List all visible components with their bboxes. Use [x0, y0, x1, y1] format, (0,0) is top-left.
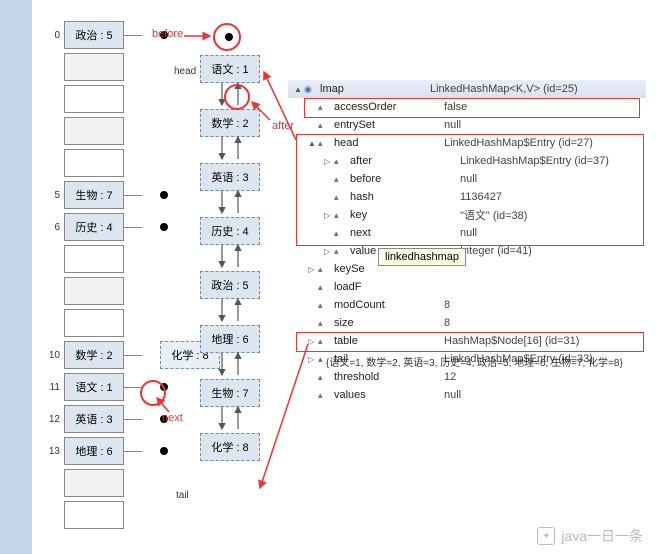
highlight-tail — [296, 332, 644, 352]
wechat-icon: ✦ — [537, 527, 555, 545]
next-circle — [140, 380, 166, 406]
bucket[interactable]: 历史 : 4 — [64, 213, 124, 241]
next-label: next — [162, 412, 183, 424]
list-node[interactable]: 历史 : 4 — [200, 217, 260, 245]
bucket-empty — [64, 85, 124, 113]
debug-row[interactable]: ▴loadF — [288, 278, 646, 296]
bucket[interactable]: 地理 : 6 — [64, 437, 124, 465]
bucket-empty — [64, 53, 124, 81]
tooltip: linkedhashmap — [378, 248, 466, 266]
hash-table: 0政治 : 5 5生物 : 7 6历史 : 4 10数学 : 2化学 : 8 1… — [42, 20, 220, 532]
debug-row[interactable]: ▷▴keySe — [288, 260, 646, 278]
bucket-empty — [64, 277, 124, 305]
watermark-text: java一日一条 — [561, 526, 643, 546]
tail-label: tail — [176, 490, 189, 501]
bucket-index: 0 — [42, 30, 60, 41]
bucket-empty — [64, 309, 124, 337]
watermark: ✦ java一日一条 — [537, 526, 643, 546]
list-node[interactable]: 地理 : 6 — [200, 325, 260, 353]
node-dot — [160, 191, 168, 199]
before-label: before — [152, 28, 183, 40]
map-tostring: {语文=1, 数学=2, 英语=3, 历史=4, 政治=5, 地理=6, 生物=… — [326, 354, 623, 369]
debug-row[interactable]: ▴size8 — [288, 314, 646, 332]
debug-row[interactable]: ▴valuesnull — [288, 386, 646, 404]
bucket-empty — [64, 501, 124, 529]
list-node[interactable]: 语文 : 1 — [200, 55, 260, 83]
bucket-empty — [64, 149, 124, 177]
bucket[interactable]: 生物 : 7 — [64, 181, 124, 209]
debug-row[interactable]: ▴threshold12 — [288, 368, 646, 386]
list-node[interactable]: 英语 : 3 — [200, 163, 260, 191]
highlight-accessorder — [304, 98, 640, 118]
blue-sidebar — [0, 0, 32, 554]
linked-list: 语文 : 1 数学 : 2 英语 : 3 历史 : 4 政治 : 5 地理 : … — [200, 55, 260, 487]
bucket[interactable]: 数学 : 2 — [64, 341, 124, 369]
bucket[interactable]: 政治 : 5 — [64, 21, 124, 49]
list-node[interactable]: 化学 : 8 — [200, 433, 260, 461]
bucket-empty — [64, 245, 124, 273]
bucket[interactable]: 语文 : 1 — [64, 373, 124, 401]
list-node[interactable]: 数学 : 2 — [200, 109, 260, 137]
before-circle — [213, 23, 241, 51]
bucket-empty — [64, 117, 124, 145]
head-label: head — [174, 66, 196, 77]
bucket[interactable]: 英语 : 3 — [64, 405, 124, 433]
debug-root[interactable]: ▲◉lmapLinkedHashMap<K,V> (id=25) — [288, 80, 646, 98]
bucket-empty — [64, 469, 124, 497]
debug-row[interactable]: ▴entrySetnull — [288, 116, 646, 134]
list-node[interactable]: 生物 : 7 — [200, 379, 260, 407]
debug-row[interactable]: ▴modCount8 — [288, 296, 646, 314]
after-circle — [224, 84, 250, 110]
list-node[interactable]: 政治 : 5 — [200, 271, 260, 299]
node-dot — [160, 447, 168, 455]
highlight-head — [296, 134, 644, 246]
node-dot — [160, 223, 168, 231]
